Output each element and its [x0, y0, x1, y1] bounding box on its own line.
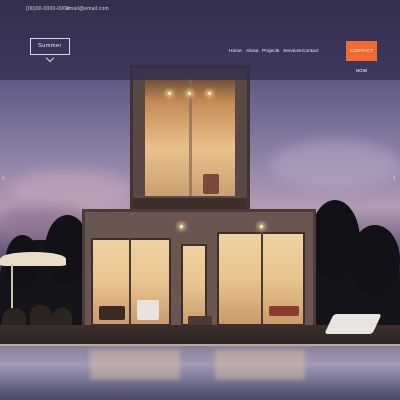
top-info-bar: (00)00-0000-0000 email@email.com	[0, 0, 400, 20]
logo-text: Summer	[38, 43, 62, 49]
lower-window-left	[91, 238, 171, 326]
bed	[269, 306, 299, 316]
wall-art	[203, 174, 219, 194]
nav-item-services[interactable]: Services	[283, 49, 301, 54]
pool-lounger	[324, 314, 382, 334]
window-fin	[189, 78, 192, 196]
chair	[137, 300, 159, 320]
pool-reflection	[90, 350, 180, 380]
nav-item-home[interactable]: Home	[229, 49, 242, 54]
chevron-right-icon[interactable]: ›	[393, 174, 396, 182]
phone-number[interactable]: (00)00-0000-0000	[26, 6, 69, 12]
patio-umbrella	[0, 252, 66, 266]
sofa	[99, 306, 125, 320]
ceiling-light	[168, 92, 171, 95]
tree	[45, 215, 90, 285]
site-logo[interactable]: Summer	[30, 38, 70, 55]
patio-chair	[30, 305, 52, 327]
upper-window	[145, 78, 235, 196]
lower-window-right	[217, 232, 305, 326]
nav-item-contact[interactable]: Contact	[302, 49, 319, 54]
cloud	[270, 140, 400, 190]
nav-item-projects[interactable]: Projects	[262, 49, 279, 54]
ceiling-light	[180, 225, 183, 228]
house-ledge	[133, 198, 247, 212]
ceiling-light	[188, 92, 191, 95]
window-mullion	[129, 238, 131, 326]
lower-door	[181, 244, 207, 326]
tree	[350, 225, 400, 295]
window-mullion	[261, 232, 263, 326]
house-lower-box	[85, 212, 313, 330]
house-upper-box	[133, 68, 247, 208]
umbrella-pole	[11, 264, 13, 312]
chevron-left-icon[interactable]: ‹	[2, 174, 5, 182]
pool-reflection	[215, 350, 305, 380]
email-address[interactable]: email@email.com	[66, 6, 109, 12]
main-navbar: Summer Home About Projects Services Cont…	[0, 20, 400, 80]
nav-item-about[interactable]: About	[246, 49, 259, 54]
cloud	[10, 170, 130, 210]
ceiling-light	[260, 225, 263, 228]
ceiling-light	[208, 92, 211, 95]
logo-pointer	[45, 53, 55, 63]
contact-now-button[interactable]: CONTACT NOW	[346, 41, 377, 73]
pool	[0, 346, 400, 400]
